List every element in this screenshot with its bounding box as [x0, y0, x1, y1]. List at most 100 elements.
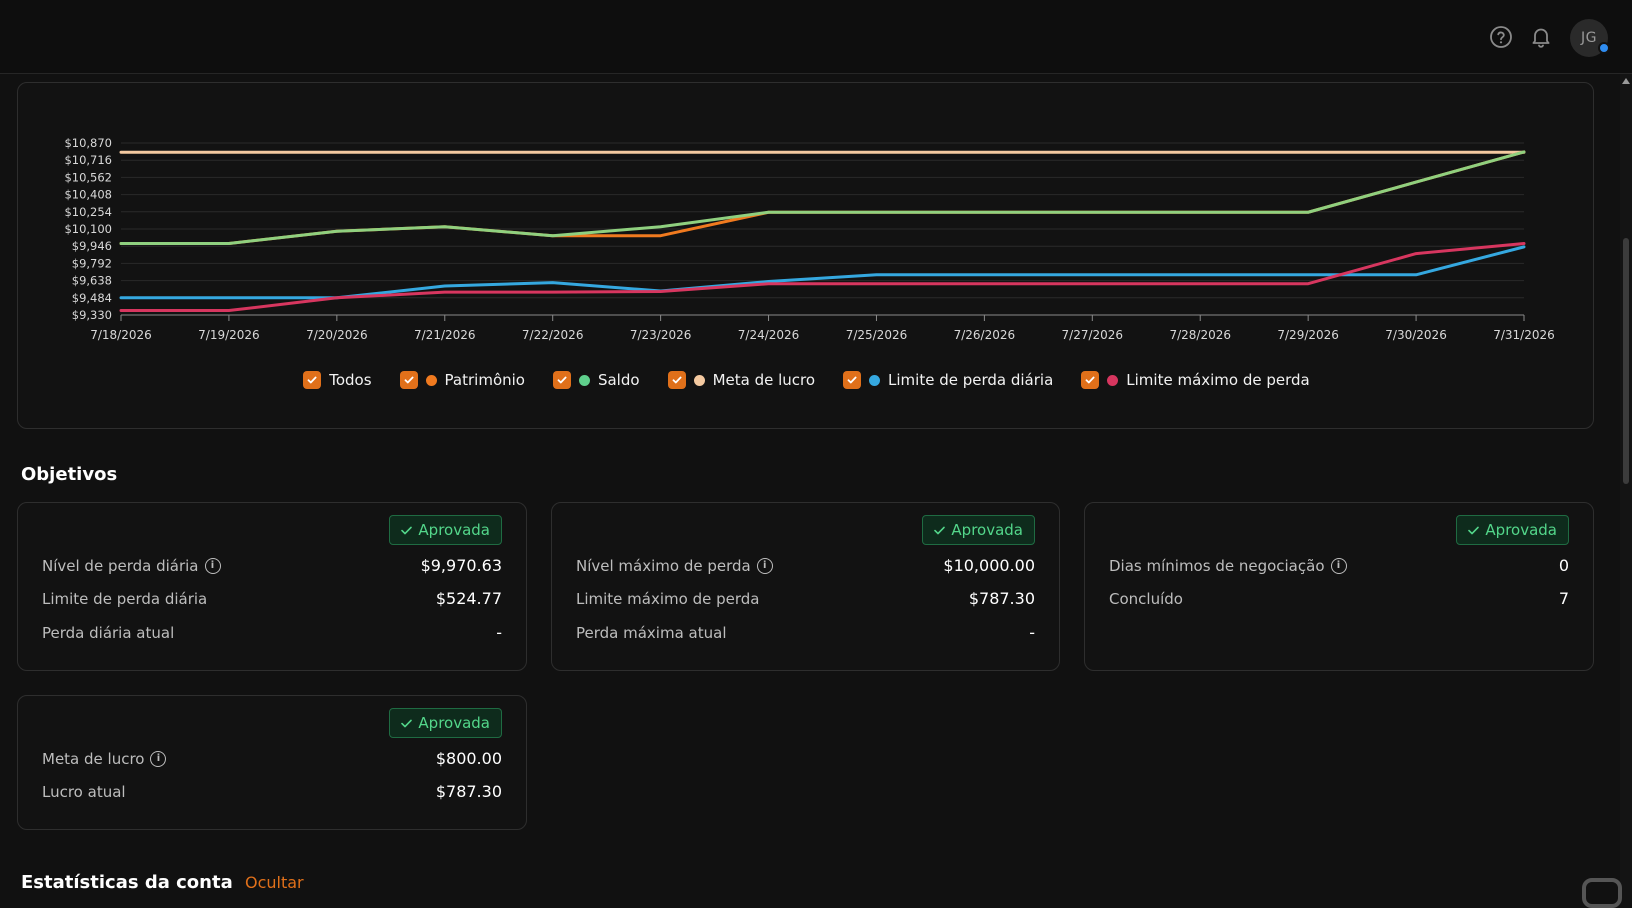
- row-value: $9,970.63: [420, 556, 502, 575]
- scroll-up-arrow-icon[interactable]: [1622, 78, 1630, 84]
- checkbox-checked-icon[interactable]: [1081, 371, 1100, 389]
- legend-label: Patrimônio: [444, 371, 525, 389]
- legend-item-limite-perda-diaria[interactable]: Limite de perda diária: [843, 371, 1053, 389]
- verified-badge-icon: [1598, 42, 1610, 54]
- x-tick-label: 7/31/2026: [1493, 328, 1555, 342]
- row-label: Perda máxima atual: [576, 623, 727, 642]
- bell-icon[interactable]: [1528, 24, 1554, 50]
- objective-row: Meta de lucro i $800.00: [42, 749, 502, 768]
- balance-chart: $10,870 $10,716 $10,562 $10,408 $10,254 $10,1…: [64, 136, 1555, 342]
- legend-label: Saldo: [597, 371, 640, 389]
- row-value: $800.00: [435, 749, 502, 768]
- checkbox-checked-icon[interactable]: [843, 371, 862, 389]
- avatar-initials: JG: [1581, 30, 1597, 46]
- top-bar: JG: [0, 0, 1632, 74]
- hide-stats-link[interactable]: Ocultar: [245, 873, 304, 892]
- checkbox-checked-icon[interactable]: [303, 371, 322, 389]
- x-tick-label: 7/20/2026: [306, 328, 368, 342]
- x-tick-label: 7/25/2026: [846, 328, 908, 342]
- x-tick-label: 7/18/2026: [90, 328, 152, 342]
- status-badge-label: Aprovada: [418, 521, 490, 539]
- legend-item-all[interactable]: Todos: [303, 371, 372, 389]
- page-scrollbar[interactable]: [1620, 74, 1632, 900]
- info-icon[interactable]: i: [150, 750, 167, 767]
- row-value: $787.30: [968, 589, 1035, 608]
- y-tick-label: $10,870: [64, 136, 112, 150]
- x-tick-label: 7/22/2026: [522, 328, 584, 342]
- y-tick-label: $10,562: [64, 170, 112, 184]
- legend-item-meta-de-lucro[interactable]: Meta de lucro: [667, 371, 816, 389]
- series-line-patrim-nio: [119, 150, 1526, 246]
- check-icon: [401, 719, 413, 727]
- y-tick-label: $9,946: [72, 239, 112, 253]
- avatar[interactable]: JG: [1570, 19, 1610, 57]
- chart-legend: Todos Patrimônio Saldo Meta de lucro Lim…: [18, 371, 1595, 389]
- y-tick-label: $9,792: [72, 256, 112, 270]
- legend-color-dot: [425, 374, 437, 386]
- legend-item-saldo[interactable]: Saldo: [552, 371, 640, 389]
- checkbox-checked-icon[interactable]: [667, 371, 686, 389]
- x-tick-label: 7/27/2026: [1062, 328, 1124, 342]
- legend-item-limite-maximo-perda[interactable]: Limite máximo de perda: [1081, 371, 1310, 389]
- row-label: Nível máximo de perda: [576, 556, 751, 575]
- objective-row: Lucro atual $787.30: [42, 782, 502, 801]
- y-tick-label: $10,254: [64, 205, 112, 219]
- status-badge-label: Aprovada: [1485, 521, 1557, 539]
- legend-color-dot: [1107, 374, 1119, 386]
- x-tick-label: 7/28/2026: [1169, 328, 1231, 342]
- legend-label: Todos: [329, 371, 372, 389]
- row-value: -: [496, 623, 502, 642]
- objective-row: Limite máximo de perda $787.30: [576, 589, 1035, 608]
- row-value: $524.77: [435, 589, 502, 608]
- status-badge: Aprovada: [389, 515, 502, 545]
- objective-row: Nível máximo de perda i $10,000.00: [576, 556, 1035, 575]
- profit-target-card: Aprovada Meta de lucro i $800.00 Lucro at…: [17, 695, 527, 830]
- objective-row: Perda máxima atual -: [576, 623, 1035, 642]
- legend-label: Meta de lucro: [712, 371, 816, 389]
- check-icon: [401, 526, 413, 534]
- legend-color-dot: [693, 374, 705, 386]
- legend-label: Limite de perda diária: [888, 371, 1054, 389]
- series-line-limite-de-perda-di-ria: [119, 245, 1526, 300]
- status-badge-label: Aprovada: [418, 714, 490, 732]
- info-icon[interactable]: i: [1330, 557, 1347, 574]
- status-badge-label: Aprovada: [951, 521, 1023, 539]
- row-label: Perda diária atual: [42, 623, 175, 642]
- x-tick-label: 7/30/2026: [1385, 328, 1447, 342]
- trading-days-card: Aprovada Dias mínimos de negociação i 0 C…: [1084, 502, 1594, 671]
- status-badge: Aprovada: [922, 515, 1035, 545]
- y-tick-label: $10,716: [64, 153, 112, 167]
- status-badge: Aprovada: [1456, 515, 1569, 545]
- scrollbar-thumb[interactable]: [1623, 238, 1629, 484]
- objective-row: Perda diária atual -: [42, 623, 502, 642]
- account-stats-title: Estatísticas da conta: [21, 872, 233, 893]
- row-label: Nível de perda diária: [42, 556, 199, 575]
- row-label: Meta de lucro: [42, 749, 145, 768]
- row-label: Limite de perda diária: [42, 589, 208, 608]
- x-tick-label: 7/24/2026: [738, 328, 800, 342]
- help-circle-icon[interactable]: [1488, 24, 1514, 50]
- row-label: Dias mínimos de negociação: [1109, 556, 1325, 575]
- info-icon[interactable]: i: [204, 557, 221, 574]
- x-tick-label: 7/23/2026: [630, 328, 692, 342]
- objective-row: Concluído 7: [1109, 589, 1569, 608]
- x-tick-label: 7/29/2026: [1277, 328, 1339, 342]
- checkbox-checked-icon[interactable]: [399, 371, 418, 389]
- row-label: Lucro atual: [42, 782, 126, 801]
- legend-color-dot: [869, 374, 881, 386]
- y-tick-label: $10,100: [64, 222, 112, 236]
- check-icon: [934, 526, 946, 534]
- daily-loss-card: Aprovada Nível de perda diária i $9,970.6…: [17, 502, 527, 671]
- legend-item-patrimonio[interactable]: Patrimônio: [399, 371, 525, 389]
- row-value: 7: [1558, 589, 1569, 608]
- row-value: $787.30: [435, 782, 502, 801]
- y-tick-label: $9,484: [72, 291, 112, 305]
- info-icon[interactable]: i: [756, 557, 773, 574]
- checkbox-checked-icon[interactable]: [552, 371, 571, 389]
- series-line-saldo: [119, 150, 1526, 246]
- x-tick-label: 7/26/2026: [954, 328, 1016, 342]
- objective-row: Limite de perda diária $524.77: [42, 589, 502, 608]
- objective-row: Nível de perda diária i $9,970.63: [42, 556, 502, 575]
- row-value: -: [1029, 623, 1035, 642]
- y-tick-label: $9,638: [72, 274, 112, 288]
